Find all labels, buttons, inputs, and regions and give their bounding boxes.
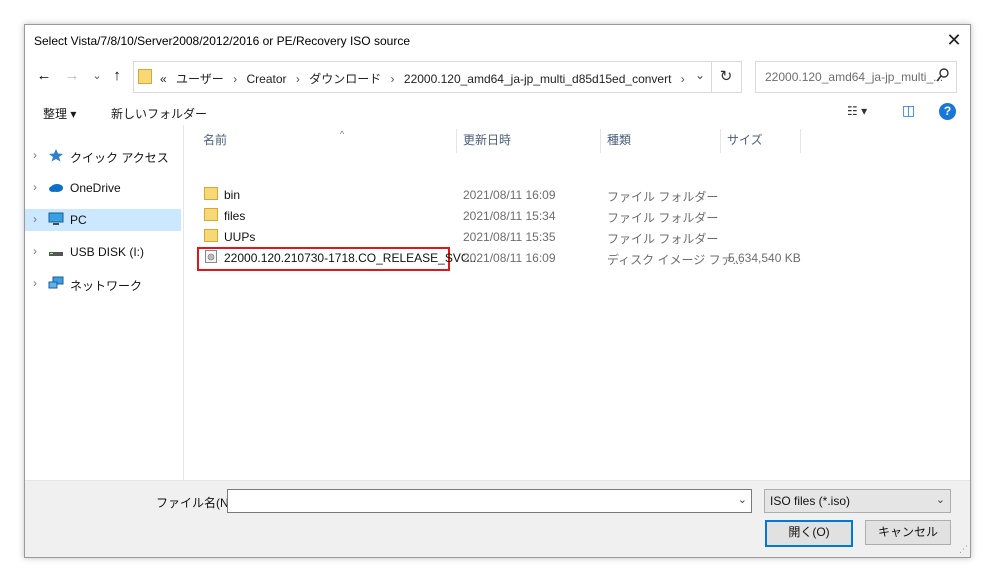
file-name: bin (224, 188, 241, 202)
close-button[interactable]: ✕ (938, 25, 970, 55)
usb-drive-icon (49, 252, 63, 256)
file-size: 5,634,540 KB (728, 251, 801, 265)
expand-icon[interactable]: › (33, 148, 37, 162)
file-row-bin[interactable]: bin 2021/08/11 16:09 ファイル フォルダー (198, 185, 958, 205)
file-type: ファイル フォルダー (607, 211, 719, 225)
dialog-footer: ファイル名(N): ⌄ ISO files (*.iso) ⌄ 開く(O) キャ… (25, 480, 970, 557)
sidebar-item-label: USB DISK (I:) (70, 245, 145, 259)
file-row-uups[interactable]: UUPs 2021/08/11 15:35 ファイル フォルダー (198, 227, 958, 247)
recent-locations-button[interactable]: ⌄ (88, 66, 106, 86)
file-type: ディスク イメージ ファ... (607, 253, 743, 267)
up-folder-button[interactable]: ↑ (108, 66, 126, 86)
file-name: UUPs (224, 230, 256, 244)
file-date: 2021/08/11 16:09 (463, 251, 556, 265)
column-divider[interactable] (600, 129, 601, 153)
breadcrumb-separator-icon[interactable]: › (296, 72, 300, 86)
expand-icon[interactable]: › (33, 180, 37, 194)
file-type: ファイル フォルダー (607, 190, 719, 204)
file-row-files[interactable]: files 2021/08/11 15:34 ファイル フォルダー (198, 206, 958, 226)
expand-icon[interactable]: › (33, 244, 37, 258)
search-icon[interactable] (936, 68, 949, 82)
column-header-type[interactable]: 種類 (607, 131, 631, 153)
file-row-iso[interactable]: 22000.120.210730-1718.CO_RELEASE_SVC... … (197, 247, 958, 271)
sidebar-item-onedrive[interactable]: › OneDrive (25, 177, 181, 199)
expand-icon[interactable]: › (33, 276, 37, 290)
file-name: files (224, 209, 246, 223)
sidebar-item-usb-disk[interactable]: › USB DISK (I:) (25, 241, 181, 263)
file-date: 2021/08/11 15:35 (463, 230, 556, 244)
folder-icon (204, 208, 218, 221)
forward-button[interactable]: → (63, 66, 81, 86)
sort-ascending-icon: ^ (340, 129, 345, 139)
breadcrumb-item[interactable]: Creator (246, 72, 286, 86)
column-divider[interactable] (800, 129, 801, 153)
column-header-date[interactable]: 更新日時 (463, 131, 511, 153)
network-icon (48, 276, 64, 289)
star-icon (49, 149, 63, 162)
column-divider[interactable] (456, 129, 457, 153)
search-input[interactable]: 22000.120_amd64_ja-jp_multi_... (755, 61, 957, 93)
column-divider[interactable] (720, 129, 721, 153)
file-date: 2021/08/11 16:09 (463, 188, 556, 202)
breadcrumb-item[interactable]: 22000.120_amd64_ja-jp_multi_d85d15ed_con… (404, 72, 672, 86)
column-header-size[interactable]: サイズ (727, 131, 763, 153)
file-name: 22000.120.210730-1718.CO_RELEASE_SVC... (224, 251, 480, 265)
cancel-button[interactable]: キャンセル (865, 520, 951, 545)
column-header-label: 名前 (203, 133, 228, 147)
folder-icon (204, 229, 218, 242)
breadcrumb-overflow[interactable]: « (160, 72, 167, 86)
sidebar-item-label: PC (70, 213, 87, 227)
sidebar-item-label: OneDrive (70, 181, 121, 195)
breadcrumb-separator-icon[interactable]: › (233, 72, 237, 86)
title-bar: Select Vista/7/8/10/Server2008/2012/2016… (25, 25, 970, 55)
address-bar-row: ← → ⌄ ↑ « ユーザー › Creator › ダウンロード › 2200… (25, 59, 970, 93)
address-box[interactable]: « ユーザー › Creator › ダウンロード › 22000.120_am… (133, 61, 712, 93)
new-folder-button[interactable]: 新しいフォルダー (111, 105, 207, 122)
chevron-down-icon[interactable]: ⌄ (936, 493, 945, 506)
window-title: Select Vista/7/8/10/Server2008/2012/2016… (34, 34, 410, 48)
address-dropdown-icon[interactable]: ⌄ (695, 68, 705, 82)
preview-pane-button[interactable]: ◫ (902, 102, 915, 119)
computer-icon (48, 212, 64, 225)
back-button[interactable]: ← (35, 66, 53, 86)
file-open-dialog: Select Vista/7/8/10/Server2008/2012/2016… (24, 24, 971, 558)
breadcrumb-separator-icon[interactable]: › (681, 72, 685, 86)
sidebar-item-label: ネットワーク (70, 279, 143, 293)
cloud-icon (49, 184, 63, 192)
organize-menu[interactable]: 整理 ▾ (43, 105, 76, 122)
search-placeholder: 22000.120_amd64_ja-jp_multi_... (765, 70, 944, 84)
disc-image-icon (205, 250, 217, 263)
expand-icon[interactable]: › (33, 212, 37, 226)
refresh-button[interactable]: ↻ (711, 61, 742, 93)
filetype-value: ISO files (*.iso) (770, 494, 851, 508)
file-date: 2021/08/11 15:34 (463, 209, 556, 223)
breadcrumb-item[interactable]: ダウンロード (309, 72, 381, 86)
folder-icon (204, 187, 218, 200)
filename-label: ファイル名(N): (156, 496, 236, 510)
file-list: 名前 ^ 更新日時 種類 サイズ bin 2021/08/11 16:09 ファ… (184, 125, 969, 480)
chevron-down-icon[interactable]: ⌄ (738, 493, 747, 506)
column-header-name[interactable]: 名前 ^ (203, 129, 344, 153)
sidebar-item-pc[interactable]: › PC (25, 209, 181, 231)
navigation-pane: › クイック アクセス › OneDrive › PC › USB DISK (… (25, 125, 184, 480)
sidebar-item-network[interactable]: › ネットワーク (25, 273, 181, 295)
breadcrumb-item[interactable]: ユーザー (176, 72, 224, 86)
filename-field[interactable]: ⌄ (227, 489, 752, 513)
sidebar-item-quick-access[interactable]: › クイック アクセス (25, 145, 181, 167)
folder-icon (138, 69, 152, 84)
filetype-select[interactable]: ISO files (*.iso) ⌄ (764, 489, 951, 513)
breadcrumb: « ユーザー › Creator › ダウンロード › 22000.120_am… (160, 70, 691, 87)
resize-grip-icon[interactable]: ⋰ (959, 544, 968, 555)
sidebar-item-label: クイック アクセス (70, 151, 169, 165)
open-button[interactable]: 開く(O) (765, 520, 853, 547)
view-options-button[interactable]: ☷ ▾ (847, 104, 867, 118)
command-bar: 整理 ▾ 新しいフォルダー ☷ ▾ ◫ ? (25, 99, 970, 125)
help-icon[interactable]: ? (939, 103, 956, 120)
breadcrumb-separator-icon[interactable]: › (391, 72, 395, 86)
file-type: ファイル フォルダー (607, 232, 719, 246)
